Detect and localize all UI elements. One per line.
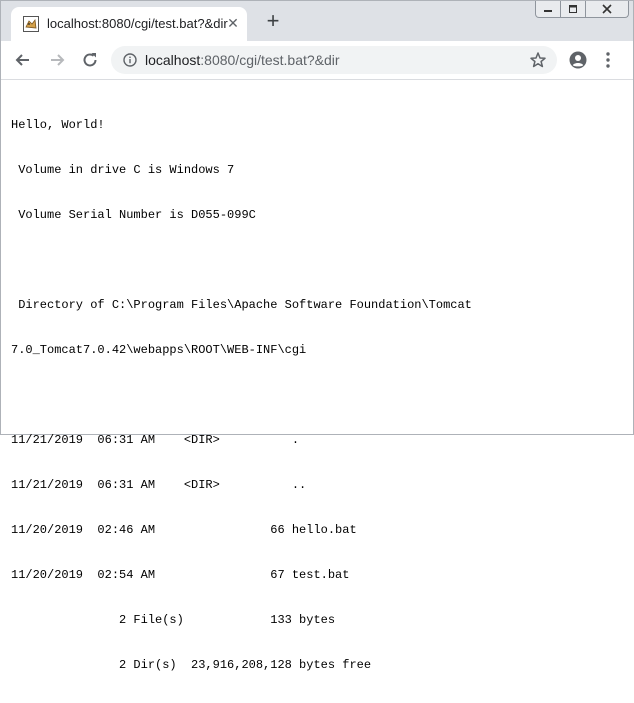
arrow-left-icon (15, 54, 29, 66)
new-tab-button[interactable]: + (263, 10, 283, 32)
tab-strip: localhost:8080/cgi/test.bat?&dir ✕ + (1, 1, 633, 41)
output-line: Hello, World! (11, 118, 105, 132)
tab-close-icon[interactable]: ✕ (225, 15, 241, 31)
window-controls (535, 1, 629, 19)
output-line: Volume Serial Number is D055-099C (11, 208, 256, 222)
tab-title: localhost:8080/cgi/test.bat?&dir (47, 16, 228, 31)
output-line: 2 File(s) 133 bytes (11, 613, 336, 627)
output-line: Directory of C:\Program Files\Apache Sof… (11, 298, 472, 312)
output-line: 2 Dir(s) 23,916,208,128 bytes free (11, 658, 372, 672)
kebab-menu-icon[interactable] (605, 51, 611, 69)
url-text[interactable]: localhost:8080/cgi/test.bat?&dir (145, 52, 340, 68)
browser-window: localhost:8080/cgi/test.bat?&dir ✕ + loc… (0, 0, 634, 672)
url-path: :8080/cgi/test.bat?&dir (200, 52, 340, 68)
tomcat-favicon-icon (23, 16, 39, 32)
restore-button[interactable] (560, 1, 586, 18)
toolbar: localhost:8080/cgi/test.bat?&dir (1, 41, 633, 80)
output-line: 11/21/2019 06:31 AM <DIR> .. (11, 478, 307, 492)
arrow-right-icon (51, 54, 65, 66)
account-circle-icon[interactable] (569, 51, 587, 69)
page-content: Hello, World! Volume in drive C is Windo… (11, 88, 626, 703)
bookmark-star-icon[interactable] (529, 51, 547, 69)
output-line: 11/21/2019 06:31 AM <DIR> . (11, 433, 300, 447)
address-bar[interactable]: localhost:8080/cgi/test.bat?&dir (111, 46, 557, 74)
reload-icon (83, 53, 97, 67)
minimize-icon (544, 10, 552, 12)
forward-button[interactable] (47, 50, 67, 70)
close-window-button[interactable] (585, 1, 629, 18)
output-line: 11/20/2019 02:46 AM 66 hello.bat (11, 523, 357, 537)
output-line: 11/20/2019 02:54 AM 67 test.bat (11, 568, 350, 582)
info-icon[interactable] (123, 53, 137, 67)
output-line: Volume in drive C is Windows 7 (11, 163, 235, 177)
output-line: 7.0_Tomcat7.0.42\webapps\ROOT\WEB-INF\cg… (11, 343, 307, 357)
reload-button[interactable] (80, 50, 100, 70)
restore-icon (569, 5, 577, 13)
close-icon (602, 4, 612, 14)
back-button[interactable] (13, 50, 33, 70)
active-tab[interactable]: localhost:8080/cgi/test.bat?&dir ✕ (11, 7, 247, 41)
minimize-button[interactable] (535, 1, 561, 18)
url-host: localhost (145, 52, 201, 68)
